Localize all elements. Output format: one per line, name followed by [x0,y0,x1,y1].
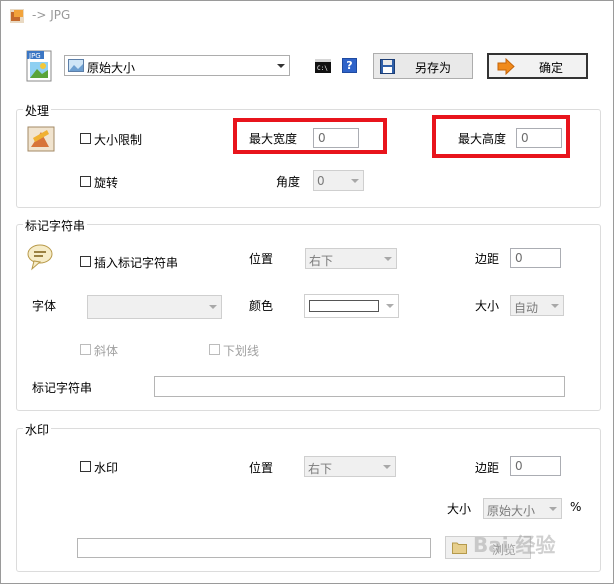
watermark-size-label: 大小 [447,502,472,516]
mark-margin-label: 边距 [475,252,500,266]
watermark-position-label: 位置 [249,461,274,475]
command-prompt-icon[interactable]: C:\ [315,59,331,73]
watermark-margin-input[interactable]: 0 [510,456,561,476]
arrow-right-icon [497,58,515,75]
watermark-size-value: 原始大小 [487,504,536,518]
chevron-down-icon [273,56,289,75]
watermark-label: 水印 [94,461,119,475]
watermark-group-title: 水印 [23,421,52,438]
color-label: 颜色 [249,299,274,313]
chevron-down-icon [347,171,363,190]
site-watermark: Bai 经验 [473,533,556,557]
chevron-down-icon [545,499,561,518]
size-mode-dropdown[interactable]: 原始大小 [64,55,290,76]
folder-icon [452,542,467,554]
watermark-position-value: 右下 [308,462,333,476]
color-dropdown[interactable] [304,294,399,318]
rotate-checkbox[interactable] [80,176,91,187]
app-icon [10,9,24,23]
font-dropdown[interactable] [87,295,222,319]
floppy-disk-icon [380,59,395,74]
processing-group-title: 处理 [23,102,52,119]
size-limit-checkbox[interactable] [80,133,91,144]
picture-icon [68,59,84,72]
help-icon[interactable]: ? [342,58,357,73]
watermark-margin-value: 0 [515,459,523,473]
watermark-size-dropdown[interactable]: 原始大小 [483,498,562,519]
color-swatch [309,300,379,312]
chevron-down-icon [379,457,395,476]
mark-position-dropdown[interactable]: 右下 [305,248,397,269]
angle-dropdown[interactable]: 0 [313,170,364,191]
watermark-position-dropdown[interactable]: 右下 [304,456,396,477]
insert-mark-checkbox[interactable] [80,256,91,267]
chevron-down-icon [380,249,396,268]
svg-text:JPG: JPG [28,52,41,60]
window-title: -> JPG [32,8,71,22]
size-mode-value: 原始大小 [87,61,136,75]
speech-bubble-icon [27,244,53,271]
italic-label: 斜体 [94,344,119,358]
percent-label: % [570,500,582,514]
svg-text:C:\: C:\ [317,65,328,72]
save-as-label: 另存为 [415,61,452,75]
chevron-down-icon [382,295,398,317]
rotate-label: 旋转 [94,176,119,190]
chevron-down-icon [547,296,563,315]
title-bar: -> JPG [1,1,613,31]
mark-string-input[interactable] [154,376,565,397]
insert-mark-label: 插入标记字符串 [94,256,179,270]
font-label: 字体 [32,299,57,313]
ok-label: 确定 [539,61,564,75]
mark-string-group-title: 标记字符串 [23,217,88,234]
watermark-checkbox[interactable] [80,461,91,472]
underline-label: 下划线 [223,344,260,358]
mark-margin-value: 0 [515,251,523,265]
ok-button[interactable]: 确定 [487,53,588,79]
mark-string-label: 标记字符串 [32,381,93,395]
save-as-button[interactable]: 另存为 [373,53,473,79]
mark-margin-input[interactable]: 0 [510,248,561,268]
mark-position-value: 右下 [309,254,334,268]
angle-label: 角度 [276,175,301,189]
watermark-margin-label: 边距 [475,461,500,475]
chevron-down-icon [205,296,221,318]
size-limit-label: 大小限制 [94,133,143,147]
underline-checkbox[interactable] [209,344,220,355]
mark-size-label: 大小 [475,299,500,313]
watermark-file-input[interactable] [77,538,431,558]
max-width-highlight [233,118,387,154]
jpg-file-icon: JPG [26,50,52,82]
mark-position-label: 位置 [249,252,274,266]
mark-size-value: 自动 [514,301,539,315]
dialog-window: -> JPG JPG 原始大小 C:\ ? 另存为 确定 处理 大小限制 最大宽… [0,0,614,584]
mark-size-dropdown[interactable]: 自动 [510,295,564,316]
resize-tool-icon [27,126,55,152]
angle-value: 0 [317,174,325,188]
italic-checkbox[interactable] [80,344,91,355]
max-height-highlight [432,115,570,158]
